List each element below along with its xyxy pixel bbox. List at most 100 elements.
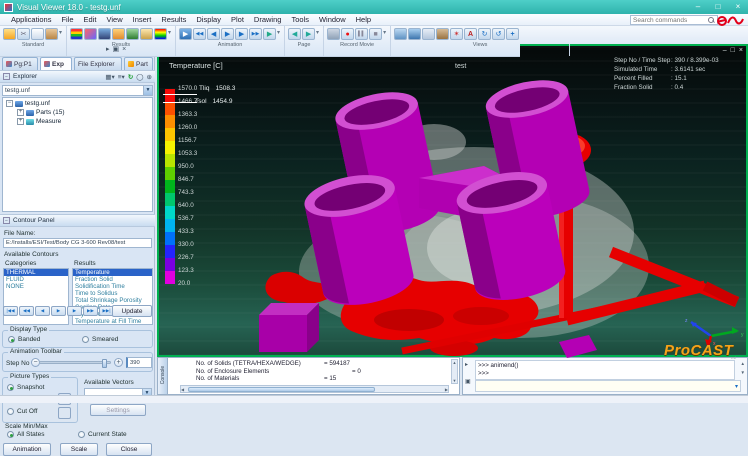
last-frame-icon[interactable] [249,28,262,40]
menu-applications[interactable]: Applications [6,15,56,24]
vector-plot-icon[interactable] [126,28,139,40]
tree-item-parts[interactable]: + Parts (15) [3,107,152,116]
probe-icon[interactable] [140,28,153,40]
update-button[interactable]: Update [112,305,152,317]
minimize-icon[interactable]: – [723,47,727,55]
radio-banded[interactable]: Banded [8,336,40,343]
collapse-node-icon[interactable]: − [6,100,13,107]
category-thermal[interactable]: THERMAL [4,269,68,276]
menu-file[interactable]: File [56,15,78,24]
chevron-down-icon[interactable]: ▼ [143,86,152,95]
filter-icon[interactable]: ▦▾ [105,73,114,81]
scroll-right-icon[interactable]: ▶ [445,387,448,392]
paste-icon[interactable] [45,28,58,40]
expand-node-icon[interactable]: + [17,109,24,116]
section-cut-icon[interactable] [112,28,125,40]
spin-view-icon[interactable] [492,28,505,40]
menu-view[interactable]: View [101,15,127,24]
step-value-input[interactable]: 390 [126,357,152,368]
float-pane-icon[interactable]: ▸ [106,46,110,54]
python-command-input[interactable]: ▾ [475,380,741,392]
tab-part[interactable]: Part [124,57,153,70]
step-slider[interactable] [39,361,111,364]
cutoff-tool-button[interactable] [58,407,71,419]
open-file-icon[interactable] [3,28,16,40]
tree-item-root[interactable]: − testg.unf [3,98,152,107]
scroll-down-icon[interactable]: ▼ [741,370,745,375]
console-output[interactable]: No. of Solids (TETRA/HEXA/WEDGE)= 594187… [168,358,459,394]
cut-icon[interactable] [17,28,30,40]
radio-cutoff[interactable]: Cut Off [7,408,37,415]
player-fast-back-icon[interactable] [19,306,34,316]
export-frames-icon[interactable] [263,28,276,40]
next-frame-icon[interactable] [235,28,248,40]
hidden-line-view-icon[interactable] [422,28,435,40]
console-horizontal-scrollbar[interactable]: ◀▶ [180,385,449,393]
close-pane-icon[interactable]: × [122,46,126,54]
player-play-icon[interactable] [51,306,66,316]
scrollbar-thumb[interactable] [188,387,375,392]
radio-smeared[interactable]: Smeared [82,336,118,343]
refresh-icon[interactable]: ↻ [128,73,133,81]
player-step-back-icon[interactable] [35,306,50,316]
radio-snapshot[interactable]: Snapshot [7,384,44,391]
lasso-icon[interactable]: ◯ [136,73,143,81]
scroll-up-icon[interactable]: ▲ [453,360,457,365]
record-icon[interactable] [341,28,354,40]
stop-icon[interactable] [369,28,382,40]
result-total-shrinkage-porosity[interactable]: Total Shrinkage Porosity [73,297,152,304]
radio-all-states[interactable]: All States [7,431,44,438]
menu-edit[interactable]: Edit [79,15,102,24]
category-none[interactable]: NONE [4,283,68,290]
contour-icon[interactable] [70,28,83,40]
model-file-combo[interactable]: testg.unf ▼ [2,85,153,96]
result-time-to-solidus[interactable]: Time to Solidus [73,290,152,297]
animation-setup-icon[interactable] [179,28,192,40]
category-fluid[interactable]: FLUID [4,276,68,283]
scroll-up-icon[interactable]: ▲ [741,361,745,366]
minimize-icon[interactable]: – [692,2,704,12]
settings-button[interactable]: Settings [90,404,146,416]
console-vertical-scrollbar[interactable]: ▲▼ [451,359,458,384]
toolbar-overflow-icon[interactable]: ▾ [316,29,319,36]
player-first-icon[interactable] [3,306,18,316]
python-console-output[interactable]: >>> animend()>>> [475,360,735,380]
movie-camera-icon[interactable] [327,28,340,40]
scroll-down-icon[interactable]: ▼ [453,378,457,383]
result-temperature-at-fill-time[interactable]: Temperature at Fill Time [73,318,152,325]
iso-surface-icon[interactable] [98,28,111,40]
player-fast-forward-icon[interactable] [83,306,98,316]
shaded-view-icon[interactable] [394,28,407,40]
step-slider-thumb[interactable] [102,359,107,368]
menu-results[interactable]: Results [156,15,191,24]
tree-item-measure[interactable]: + Measure [3,116,152,125]
play-icon[interactable] [221,28,234,40]
tab-explorer[interactable]: Exp [40,57,72,70]
close-icon[interactable]: × [739,47,743,55]
axis-triad-icon[interactable] [450,28,463,40]
first-frame-icon[interactable] [193,28,206,40]
menu-display[interactable]: Display [191,15,226,24]
result-solidification-time[interactable]: Solidification Time [73,283,152,290]
collapse-icon[interactable]: − [3,73,10,80]
result-fraction-solid[interactable]: Fraction Solid [73,276,152,283]
chevron-down-icon[interactable]: ▾ [735,383,740,390]
expand-node-icon[interactable]: + [17,118,24,125]
file-name-input[interactable]: E:/Installs/ESI/Test/Body CG 3-600 Rev08… [3,238,152,248]
scroll-left-icon[interactable]: ◀ [181,387,184,392]
collapse-icon[interactable]: − [3,217,10,224]
next-page-icon[interactable] [302,28,315,40]
toolbar-overflow-icon[interactable]: ▾ [383,29,386,36]
python-console-scrollbar[interactable]: ▲▼ [741,361,745,375]
player-step-forward-icon[interactable] [67,306,82,316]
maximize-pane-icon[interactable]: ▣ [113,46,120,54]
menu-drawing[interactable]: Drawing [249,15,287,24]
close-button[interactable]: Close [106,443,152,456]
menu-tools[interactable]: Tools [286,15,314,24]
tab-pg-p1[interactable]: Pg:P1 [2,57,38,70]
maximize-icon[interactable]: □ [712,2,724,12]
close-icon[interactable]: × [732,2,744,12]
result-temperature[interactable]: Temperature [73,269,152,276]
smooth-view-icon[interactable] [408,28,421,40]
search-input[interactable] [631,17,707,24]
